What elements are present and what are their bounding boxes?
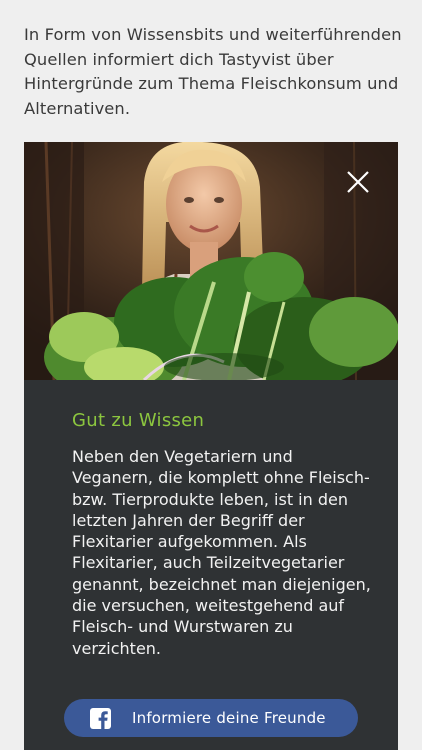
card-heading: Gut zu Wissen	[72, 410, 205, 431]
facebook-icon	[90, 708, 111, 729]
hero-image	[24, 142, 398, 380]
hero-illustration	[24, 142, 398, 380]
info-card: Gut zu Wissen Neben den Vegetariern und …	[24, 142, 398, 750]
share-facebook-button[interactable]: Informiere deine Freunde	[64, 699, 358, 737]
card-body-text: Neben den Vegetariern und Veganern, die …	[72, 447, 371, 658]
share-button-label: Informiere deine Freunde	[132, 709, 326, 727]
close-button[interactable]	[344, 168, 372, 196]
close-icon	[347, 171, 369, 193]
intro-text: In Form von Wissensbits und weiterführen…	[24, 25, 402, 118]
